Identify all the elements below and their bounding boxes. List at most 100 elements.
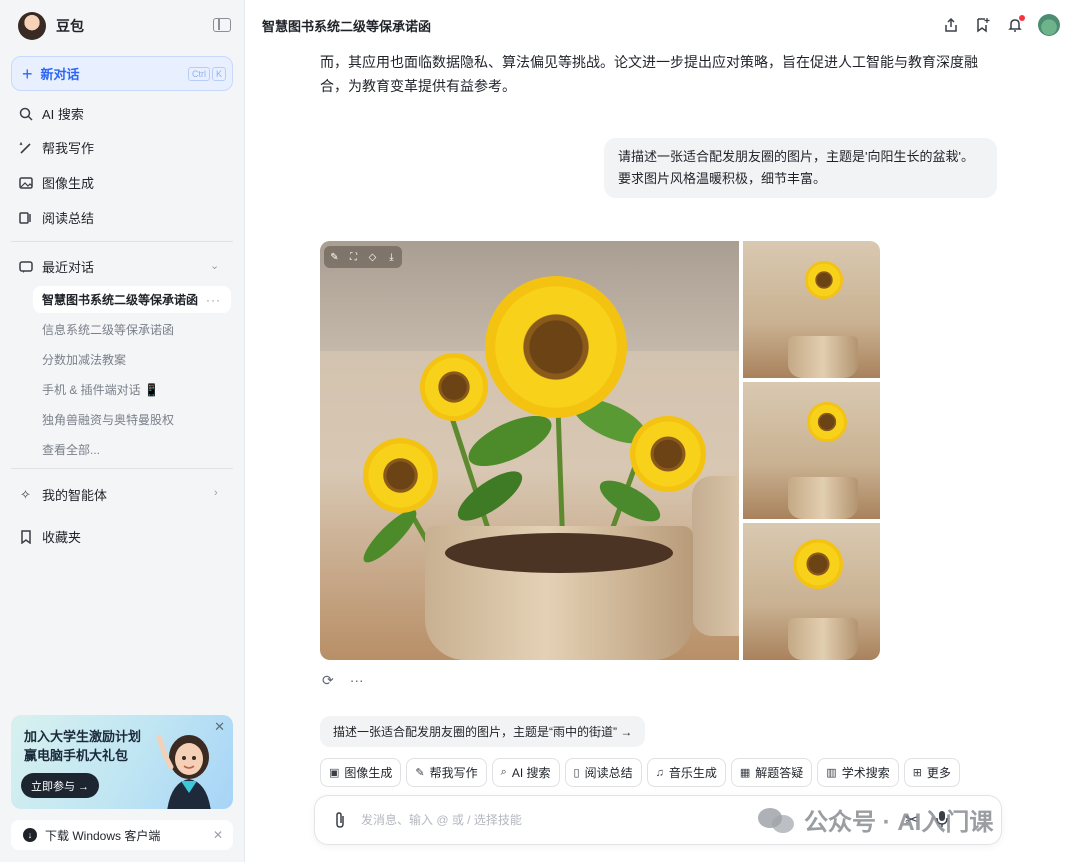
- skill-music[interactable]: ♫ 音乐生成: [646, 758, 726, 787]
- skill-label: 阅读总结: [584, 766, 633, 780]
- image-pot: [788, 336, 858, 378]
- skill-solve[interactable]: ▦ 解题答疑: [730, 758, 813, 787]
- close-icon[interactable]: ✕: [214, 719, 225, 735]
- brand[interactable]: 豆包: [18, 12, 84, 40]
- image-toolbar: ✎ ⛶ ◇ ⤓: [324, 246, 402, 268]
- solve-icon: ▦: [739, 767, 751, 779]
- sidebar-divider: [11, 241, 233, 242]
- skill-label: AI 搜索: [511, 766, 551, 780]
- sidebar-item-ai-search[interactable]: AI 搜索: [18, 104, 84, 123]
- skill-ai-search[interactable]: ⌕ AI 搜索: [491, 758, 560, 787]
- skill-more[interactable]: ⊞ 更多: [903, 758, 960, 787]
- download-label: 下载 Windows 客户端: [45, 828, 161, 843]
- edit-icon[interactable]: ✎: [329, 252, 340, 263]
- skill-writing[interactable]: ✎ 帮我写作: [406, 758, 487, 787]
- skill-label: 更多: [926, 766, 951, 780]
- image-pot: [788, 618, 858, 660]
- pen-icon: [18, 140, 33, 155]
- chevron-down-icon[interactable]: ⌄: [210, 259, 219, 272]
- skill-bar: ▣ 图像生成 ✎ 帮我写作 ⌕ AI 搜索 ▯ 阅读总结 ♫ 音乐生成 ▦ 解题答疑 ▥ 学术…: [320, 758, 960, 787]
- read-icon: [18, 210, 33, 225]
- image-sunflower: [363, 438, 438, 513]
- image-sunflower: [420, 353, 488, 421]
- bookmark-add-icon[interactable]: [974, 16, 992, 34]
- sidebar-item-writing[interactable]: 帮我写作: [18, 138, 94, 157]
- ai-search-icon: ⌕: [500, 766, 507, 778]
- more-options-icon[interactable]: ···: [350, 672, 364, 689]
- recent-item[interactable]: 信息系统二级等保承诺函: [42, 321, 174, 338]
- music-icon: ♫: [655, 766, 664, 779]
- notification-dot: [1019, 15, 1025, 21]
- recent-item[interactable]: 分数加减法教案: [42, 351, 126, 368]
- skill-academic[interactable]: ▥ 学术搜索: [817, 758, 899, 787]
- attachment-icon[interactable]: [333, 811, 347, 834]
- promo-banner[interactable]: 加入大学生激励计划 赢电脑手机大礼包 立即参与 → ✕: [11, 715, 233, 809]
- sidebar-item-label: 我的智能体: [42, 488, 108, 503]
- eraser-icon[interactable]: ◇: [367, 252, 378, 263]
- image-sunflower: [485, 276, 627, 418]
- chevron-right-icon[interactable]: ›: [214, 487, 218, 499]
- image-sunflower: [793, 539, 843, 589]
- view-all-link[interactable]: 查看全部...: [42, 441, 100, 458]
- sidebar-item-label: 图像生成: [42, 176, 95, 191]
- message-input[interactable]: [361, 808, 781, 832]
- read-icon: ▯: [573, 767, 580, 779]
- recent-item-active[interactable]: 智慧图书系统二级等保承诺函 ···: [33, 286, 231, 313]
- recent-chats-header[interactable]: 最近对话: [18, 257, 94, 276]
- expand-icon[interactable]: ⛶: [348, 252, 359, 263]
- sidebar-item-agents[interactable]: ✧ 我的智能体: [18, 485, 107, 504]
- skill-reading[interactable]: ▯ 阅读总结: [564, 758, 642, 787]
- generated-image-thumb[interactable]: [743, 523, 880, 660]
- regenerate-icon[interactable]: ⟳: [322, 672, 334, 689]
- assistant-answer-text: 而，其应用也面临数据隐私、算法偏见等挑战。论文进一步提出应对策略，旨在促进人工智…: [320, 54, 978, 94]
- watermark: 公众号 · AI入门课: [758, 802, 993, 837]
- generated-image-thumb[interactable]: [743, 241, 880, 378]
- watermark-text: 公众号 · AI入门课: [804, 809, 994, 836]
- image-soil: [445, 533, 673, 573]
- top-toolbar: [942, 14, 1060, 36]
- image-sunflower: [807, 402, 847, 442]
- bookmark-icon: [18, 529, 33, 544]
- sidebar-item-label: 帮我写作: [42, 141, 95, 156]
- generated-image-thumb[interactable]: [743, 382, 880, 519]
- promo-join-button[interactable]: 立即参与 →: [21, 773, 100, 798]
- download-icon: ↓: [23, 828, 37, 842]
- sidebar-item-label: 阅读总结: [42, 211, 95, 226]
- more-options-icon[interactable]: ···: [206, 293, 221, 307]
- image-sunflower: [630, 416, 706, 492]
- skill-image-gen[interactable]: ▣ 图像生成: [320, 758, 402, 787]
- bell-icon[interactable]: [1006, 15, 1025, 34]
- user-message-bubble: 请描述一张适合配发朋友圈的图片，主题是'向阳生长的盆栽'。要求图片风格温暖积极，…: [604, 138, 997, 198]
- sidebar-divider: [11, 468, 233, 469]
- close-icon[interactable]: ✕: [213, 828, 223, 842]
- recent-chats-title: 最近对话: [42, 260, 95, 275]
- image-sunflower: [805, 261, 843, 299]
- generated-image-gallery: ✎ ⛶ ◇ ⤓: [320, 241, 880, 660]
- more-grid-icon: ⊞: [912, 767, 922, 779]
- shortcut-ctrl: Ctrl: [187, 67, 210, 81]
- recent-item[interactable]: 手机 & 插件端对话 📱: [42, 381, 159, 398]
- sidebar-item-image-gen[interactable]: 图像生成: [18, 173, 94, 192]
- generated-image-main[interactable]: ✎ ⛶ ◇ ⤓: [320, 241, 739, 660]
- recent-item-label: 智慧图书系统二级等保承诺函: [42, 293, 199, 307]
- download-client-button[interactable]: ↓ 下载 Windows 客户端 ✕: [11, 820, 233, 850]
- user-avatar[interactable]: [1038, 14, 1060, 36]
- new-chat-label: 新对话: [40, 67, 80, 82]
- sidebar: 豆包 + 新对话 Ctrl K AI 搜索 帮我写作 图像生成 阅读总结 最近对…: [0, 0, 245, 862]
- wechat-logo-icon: [758, 805, 796, 835]
- skill-label: 解题答疑: [755, 766, 804, 780]
- sidebar-collapse-icon[interactable]: [213, 18, 231, 32]
- recent-item[interactable]: 独角兽融资与奥特曼股权: [42, 411, 174, 428]
- pen-icon: ✎: [415, 767, 425, 779]
- download-icon[interactable]: ⤓: [386, 252, 397, 263]
- promo-line1: 加入大学生激励计划: [24, 729, 142, 744]
- academic-icon: ▥: [826, 767, 837, 779]
- suggested-prompt[interactable]: 描述一张适合配发朋友圈的图片，主题是“雨中的街道” →: [320, 716, 646, 747]
- sidebar-item-reading[interactable]: 阅读总结: [18, 208, 94, 227]
- shortcut-k: K: [211, 67, 226, 81]
- plus-icon: +: [22, 63, 33, 84]
- share-icon[interactable]: [942, 16, 960, 34]
- new-chat-button[interactable]: + 新对话 Ctrl K: [11, 56, 233, 91]
- sidebar-item-favorites[interactable]: 收藏夹: [18, 527, 81, 546]
- brand-title: 豆包: [56, 18, 84, 34]
